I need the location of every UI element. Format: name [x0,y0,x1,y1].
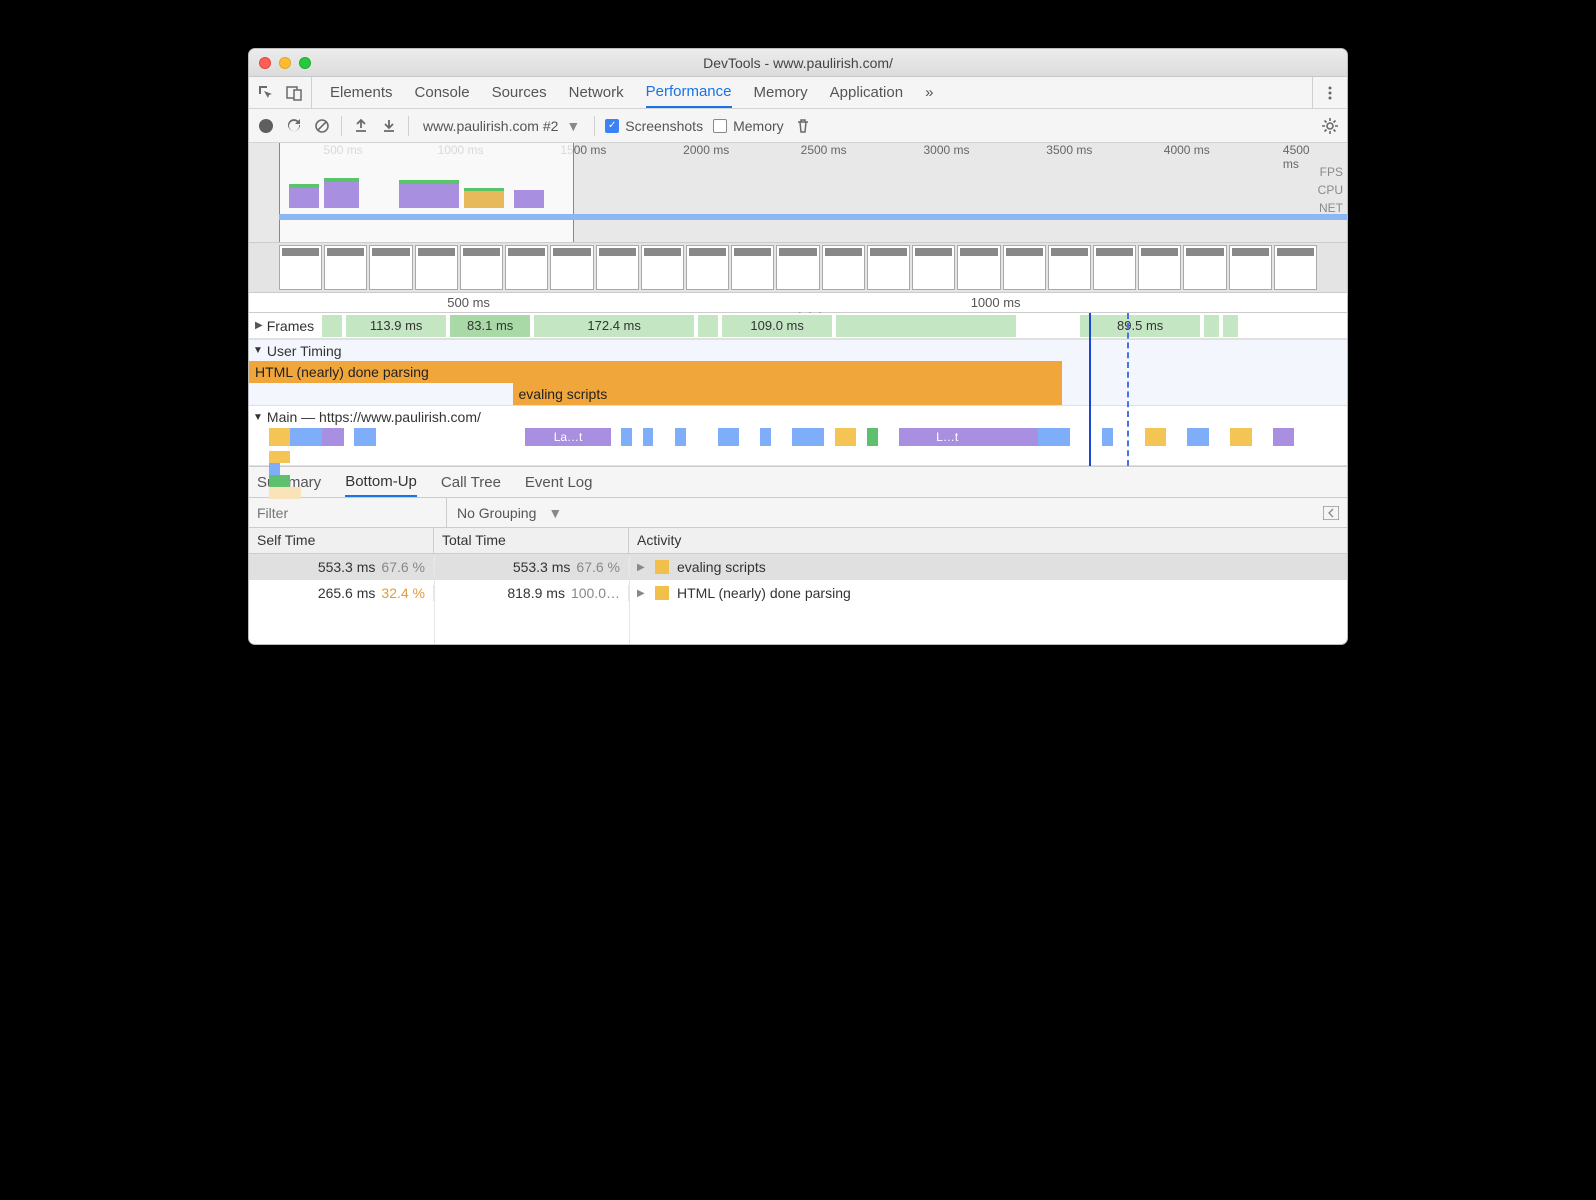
clear-button[interactable] [313,117,331,135]
screenshot-thumb[interactable] [279,245,322,290]
save-profile-icon[interactable] [380,117,398,135]
screenshot-thumb[interactable] [1048,245,1091,290]
window-title: DevTools - www.paulirish.com/ [249,55,1347,71]
tab-elements[interactable]: Elements [330,77,393,108]
table-row[interactable]: 553.3 ms 67.6 % 553.3 ms 67.6 % ▶ evalin… [249,554,1347,580]
screenshot-thumb[interactable] [1003,245,1046,290]
chevron-right-icon[interactable]: ▶ [637,562,647,573]
screenshot-thumb[interactable] [1138,245,1181,290]
table-row[interactable]: 265.6 ms 32.4 % 818.9 ms 100.0… ▶ HTML (… [249,580,1347,606]
screenshot-thumb[interactable] [822,245,865,290]
dropdown-icon: ▼ [548,505,562,521]
load-profile-icon[interactable] [352,117,370,135]
main-thread-header[interactable]: ▼ Main — https://www.paulirish.com/ [249,406,1347,428]
tab-sources[interactable]: Sources [492,77,547,108]
tab-network[interactable]: Network [569,77,624,108]
playhead-marker[interactable] [1089,313,1091,466]
devtools-window: DevTools - www.paulirish.com/ Elements C… [248,48,1348,645]
overview-cpu-chart [279,178,574,208]
screenshot-thumb[interactable] [731,245,774,290]
checkbox-icon: ✓ [605,119,619,133]
frames-track[interactable]: ▶ Frames 113.9 ms 83.1 ms 172.4 ms 109.0… [249,313,1347,339]
tab-overflow[interactable]: » [925,77,933,108]
screenshot-thumb[interactable] [550,245,593,290]
overview-net-bar [279,214,1347,220]
filter-bar: No Grouping ▼ [249,498,1347,528]
inspect-tools [257,77,312,108]
col-self-time[interactable]: Self Time [249,528,434,553]
activity-swatch-icon [655,586,669,600]
user-timing-track[interactable]: ▼ User Timing HTML (nearly) done parsing… [249,339,1347,406]
dropdown-icon: ▼ [566,118,580,134]
inspect-element-icon[interactable] [257,84,275,102]
filter-input[interactable] [249,498,447,527]
screenshot-thumb[interactable] [776,245,819,290]
chevron-down-icon: ▼ [253,412,263,423]
screenshot-thumb[interactable] [641,245,684,290]
screenshot-thumb[interactable] [460,245,503,290]
detail-tabs: Summary Bottom-Up Call Tree Event Log [249,466,1347,498]
chevron-right-icon: ▶ [255,320,263,331]
memory-checkbox[interactable]: Memory [713,118,784,134]
screenshots-checkbox[interactable]: ✓ Screenshots [605,118,703,134]
settings-gear-icon[interactable] [1321,117,1339,135]
flamechart-ruler[interactable]: 500 ms 1000 ms • • • [249,293,1347,313]
col-total-time[interactable]: Total Time [434,528,629,553]
screenshot-thumb[interactable] [415,245,458,290]
screenshot-thumb[interactable] [1229,245,1272,290]
event-marker [1127,313,1129,466]
screenshot-thumb[interactable] [867,245,910,290]
checkbox-icon [713,119,727,133]
tab-event-log[interactable]: Event Log [525,467,593,497]
frames-header[interactable]: ▶ Frames [249,318,320,334]
device-toolbar-icon[interactable] [285,84,303,102]
titlebar: DevTools - www.paulirish.com/ [249,49,1347,77]
tab-performance[interactable]: Performance [646,77,732,108]
table-body: 553.3 ms 67.6 % 553.3 ms 67.6 % ▶ evalin… [249,554,1347,644]
panel-tabs-bar: Elements Console Sources Network Perform… [249,77,1347,109]
timing-bar-evaling-scripts[interactable]: evaling scripts [513,383,1062,405]
col-activity[interactable]: Activity [629,528,1347,553]
user-timing-header[interactable]: ▼ User Timing [249,339,1347,361]
tab-console[interactable]: Console [415,77,470,108]
recording-select[interactable]: www.paulirish.com #2 ▼ [419,118,584,134]
panel-tabs: Elements Console Sources Network Perform… [316,77,1308,108]
main-thread-track[interactable]: ▼ Main — https://www.paulirish.com/ La…t… [249,406,1347,466]
screenshot-thumb[interactable] [369,245,412,290]
flamechart-area[interactable]: ▶ Frames 113.9 ms 83.1 ms 172.4 ms 109.0… [249,313,1347,466]
timing-bar-html-parsing[interactable]: HTML (nearly) done parsing [249,361,1062,383]
screenshot-thumb[interactable] [957,245,1000,290]
chevron-right-icon[interactable]: ▶ [637,588,647,599]
table-header: Self Time Total Time Activity [249,528,1347,554]
screenshot-thumb[interactable] [1274,245,1317,290]
chevron-down-icon: ▼ [253,345,263,356]
tab-memory[interactable]: Memory [754,77,808,108]
tab-call-tree[interactable]: Call Tree [441,467,501,497]
record-button[interactable] [257,117,275,135]
reload-button[interactable] [285,117,303,135]
kebab-menu-icon[interactable] [1321,84,1339,102]
overview-strip[interactable]: 500 ms 1000 ms 1500 ms 2000 ms 2500 ms 3… [249,143,1347,243]
screenshot-thumb[interactable] [505,245,548,290]
screenshot-thumb[interactable] [1093,245,1136,290]
overview-lane-labels: FPS CPU NET [1318,163,1343,217]
screenshot-thumb[interactable] [912,245,955,290]
toggle-heaviest-stack-icon[interactable] [1315,506,1347,520]
tab-application[interactable]: Application [830,77,903,108]
screenshot-thumb[interactable] [596,245,639,290]
screenshot-thumb[interactable] [1183,245,1226,290]
screenshot-thumb[interactable] [324,245,367,290]
grouping-select[interactable]: No Grouping ▼ [447,505,1315,521]
flamechart-row[interactable]: La…t L…t [269,428,1337,450]
flamechart-row[interactable] [269,451,1337,465]
screenshot-thumb[interactable] [686,245,729,290]
collect-garbage-icon[interactable] [794,117,812,135]
performance-toolbar: www.paulirish.com #2 ▼ ✓ Screenshots Mem… [249,109,1347,143]
screenshot-filmstrip[interactable] [249,243,1347,293]
tab-bottom-up[interactable]: Bottom-Up [345,467,417,497]
recording-label: www.paulirish.com #2 [423,118,558,134]
activity-swatch-icon [655,560,669,574]
